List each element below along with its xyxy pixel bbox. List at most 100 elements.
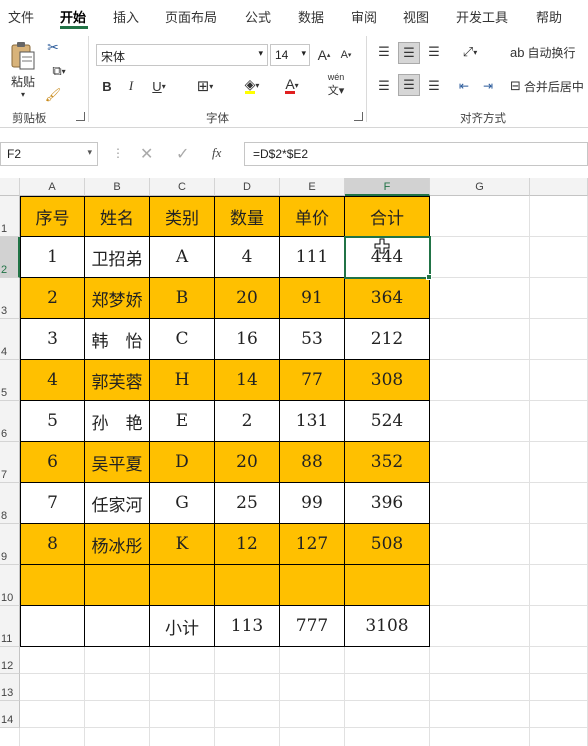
table-cell[interactable]	[215, 565, 280, 606]
table-cell[interactable]: H	[150, 360, 215, 401]
row-header-13[interactable]: 13	[0, 674, 20, 701]
table-cell[interactable]: 25	[215, 483, 280, 524]
fill-handle[interactable]	[426, 274, 432, 280]
table-cell[interactable]: 212	[345, 319, 430, 360]
table-cell[interactable]: 352	[345, 442, 430, 483]
table-cell[interactable]: 3	[20, 319, 85, 360]
table-cell[interactable]: 113	[215, 606, 280, 647]
table-header-cell[interactable]: 姓名	[85, 196, 150, 237]
formula-input[interactable]: =D$2*$E2	[244, 142, 588, 166]
decrease-indent-button[interactable]: ⇤	[454, 76, 474, 96]
font-color-button[interactable]: A ▾	[276, 74, 308, 96]
table-header-cell[interactable]: 序号	[20, 196, 85, 237]
table-cell[interactable]: 孙 艳	[85, 401, 150, 442]
column-header-c[interactable]: C	[150, 178, 215, 196]
table-cell[interactable]: 12	[215, 524, 280, 565]
align-top-button[interactable]: ☰	[374, 42, 394, 62]
row-header-2[interactable]: 2	[0, 237, 20, 278]
table-cell[interactable]: 2	[20, 278, 85, 319]
table-cell[interactable]: 53	[280, 319, 345, 360]
table-cell[interactable]: 小计	[150, 606, 215, 647]
shrink-font-button[interactable]: A ▾	[338, 44, 354, 66]
insert-function-icon[interactable]: fx	[212, 145, 221, 161]
table-cell[interactable]: B	[150, 278, 215, 319]
merge-center-button[interactable]: ⊟ 合并后居中	[510, 76, 588, 96]
align-left-button[interactable]: ☰	[374, 76, 394, 96]
tab-help[interactable]: 帮助	[536, 7, 562, 26]
table-cell[interactable]: 3108	[345, 606, 430, 647]
table-cell[interactable]: 8	[20, 524, 85, 565]
table-cell[interactable]: 杨冰彤	[85, 524, 150, 565]
table-cell[interactable]: 777	[280, 606, 345, 647]
column-header-b[interactable]: B	[85, 178, 150, 196]
enter-icon[interactable]: ✓	[176, 144, 189, 164]
tab-file[interactable]: 文件	[8, 7, 34, 26]
row-header-11[interactable]: 11	[0, 606, 20, 647]
row-header-6[interactable]: 6	[0, 401, 20, 442]
table-cell[interactable]: 364	[345, 278, 430, 319]
phonetic-button[interactable]: wén 文▾	[318, 72, 354, 97]
table-cell[interactable]: 508	[345, 524, 430, 565]
table-cell[interactable]: 4	[20, 360, 85, 401]
wrap-text-button[interactable]: ab 自动换行	[510, 42, 588, 62]
tab-developer[interactable]: 开发工具	[456, 7, 508, 26]
tab-view[interactable]: 视图	[403, 7, 429, 26]
row-header-14[interactable]: 14	[0, 701, 20, 728]
font-launcher-icon[interactable]	[354, 112, 363, 121]
bold-button[interactable]: B	[98, 76, 116, 96]
table-cell[interactable]	[280, 565, 345, 606]
row-header-1[interactable]: 1	[0, 196, 20, 237]
select-all-corner[interactable]	[0, 178, 20, 196]
column-header-e[interactable]: E	[280, 178, 345, 196]
table-header-cell[interactable]: 类别	[150, 196, 215, 237]
underline-button[interactable]: U ▾	[146, 76, 172, 96]
table-cell[interactable]: 88	[280, 442, 345, 483]
row-header-7[interactable]: 7	[0, 442, 20, 483]
cut-button[interactable]: ✂	[44, 38, 62, 56]
tab-data[interactable]: 数据	[298, 7, 324, 26]
table-cell[interactable]: 20	[215, 278, 280, 319]
table-cell[interactable]: 郑梦娇	[85, 278, 150, 319]
grow-font-button[interactable]: A ▴	[316, 44, 332, 66]
row-header-10[interactable]: 10	[0, 565, 20, 606]
worksheet-grid[interactable]: ABCDEFG 1 2 3 4 5 6 7 8 9 10 11 12 13 14 序号 姓名 类别 数量 单价 合计…	[0, 178, 588, 746]
column-header-f[interactable]: F	[345, 178, 430, 196]
tab-home[interactable]: 开始	[60, 7, 86, 26]
table-cell[interactable]: D	[150, 442, 215, 483]
table-cell[interactable]: 韩 怡	[85, 319, 150, 360]
table-cell[interactable]: 吴平夏	[85, 442, 150, 483]
table-cell[interactable]: 91	[280, 278, 345, 319]
table-cell[interactable]: 127	[280, 524, 345, 565]
cancel-icon[interactable]: ✕	[140, 144, 153, 164]
borders-button[interactable]: ⊞ ▾	[188, 76, 222, 96]
table-cell[interactable]	[85, 565, 150, 606]
table-cell[interactable]: 99	[280, 483, 345, 524]
table-cell[interactable]: 任家河	[85, 483, 150, 524]
table-cell[interactable]: 卫招弟	[85, 237, 150, 278]
table-cell[interactable]: A	[150, 237, 215, 278]
table-cell[interactable]	[20, 565, 85, 606]
align-bottom-button[interactable]: ☰	[424, 42, 444, 62]
column-header-d[interactable]: D	[215, 178, 280, 196]
row-header-5[interactable]: 5	[0, 360, 20, 401]
table-cell[interactable]: 111	[280, 237, 345, 278]
column-header-a[interactable]: A	[20, 178, 85, 196]
tab-insert[interactable]: 插入	[113, 7, 139, 26]
table-cell[interactable]: 郭芙蓉	[85, 360, 150, 401]
font-name-select[interactable]: 宋体 ▾	[96, 44, 268, 66]
table-cell[interactable]: 6	[20, 442, 85, 483]
copy-button[interactable]: ⧉ ▾	[44, 62, 74, 80]
table-cell[interactable]	[85, 606, 150, 647]
column-header-h[interactable]	[530, 178, 588, 196]
table-cell[interactable]: E	[150, 401, 215, 442]
table-cell[interactable]: G	[150, 483, 215, 524]
table-cell[interactable]: 16	[215, 319, 280, 360]
table-cell[interactable]: 308	[345, 360, 430, 401]
table-cell[interactable]: 396	[345, 483, 430, 524]
font-size-select[interactable]: 14 ▾	[270, 44, 310, 66]
table-cell[interactable]: 14	[215, 360, 280, 401]
table-cell[interactable]: C	[150, 319, 215, 360]
table-header-cell[interactable]: 单价	[280, 196, 345, 237]
table-cell[interactable]: 2	[215, 401, 280, 442]
table-cell[interactable]: 20	[215, 442, 280, 483]
